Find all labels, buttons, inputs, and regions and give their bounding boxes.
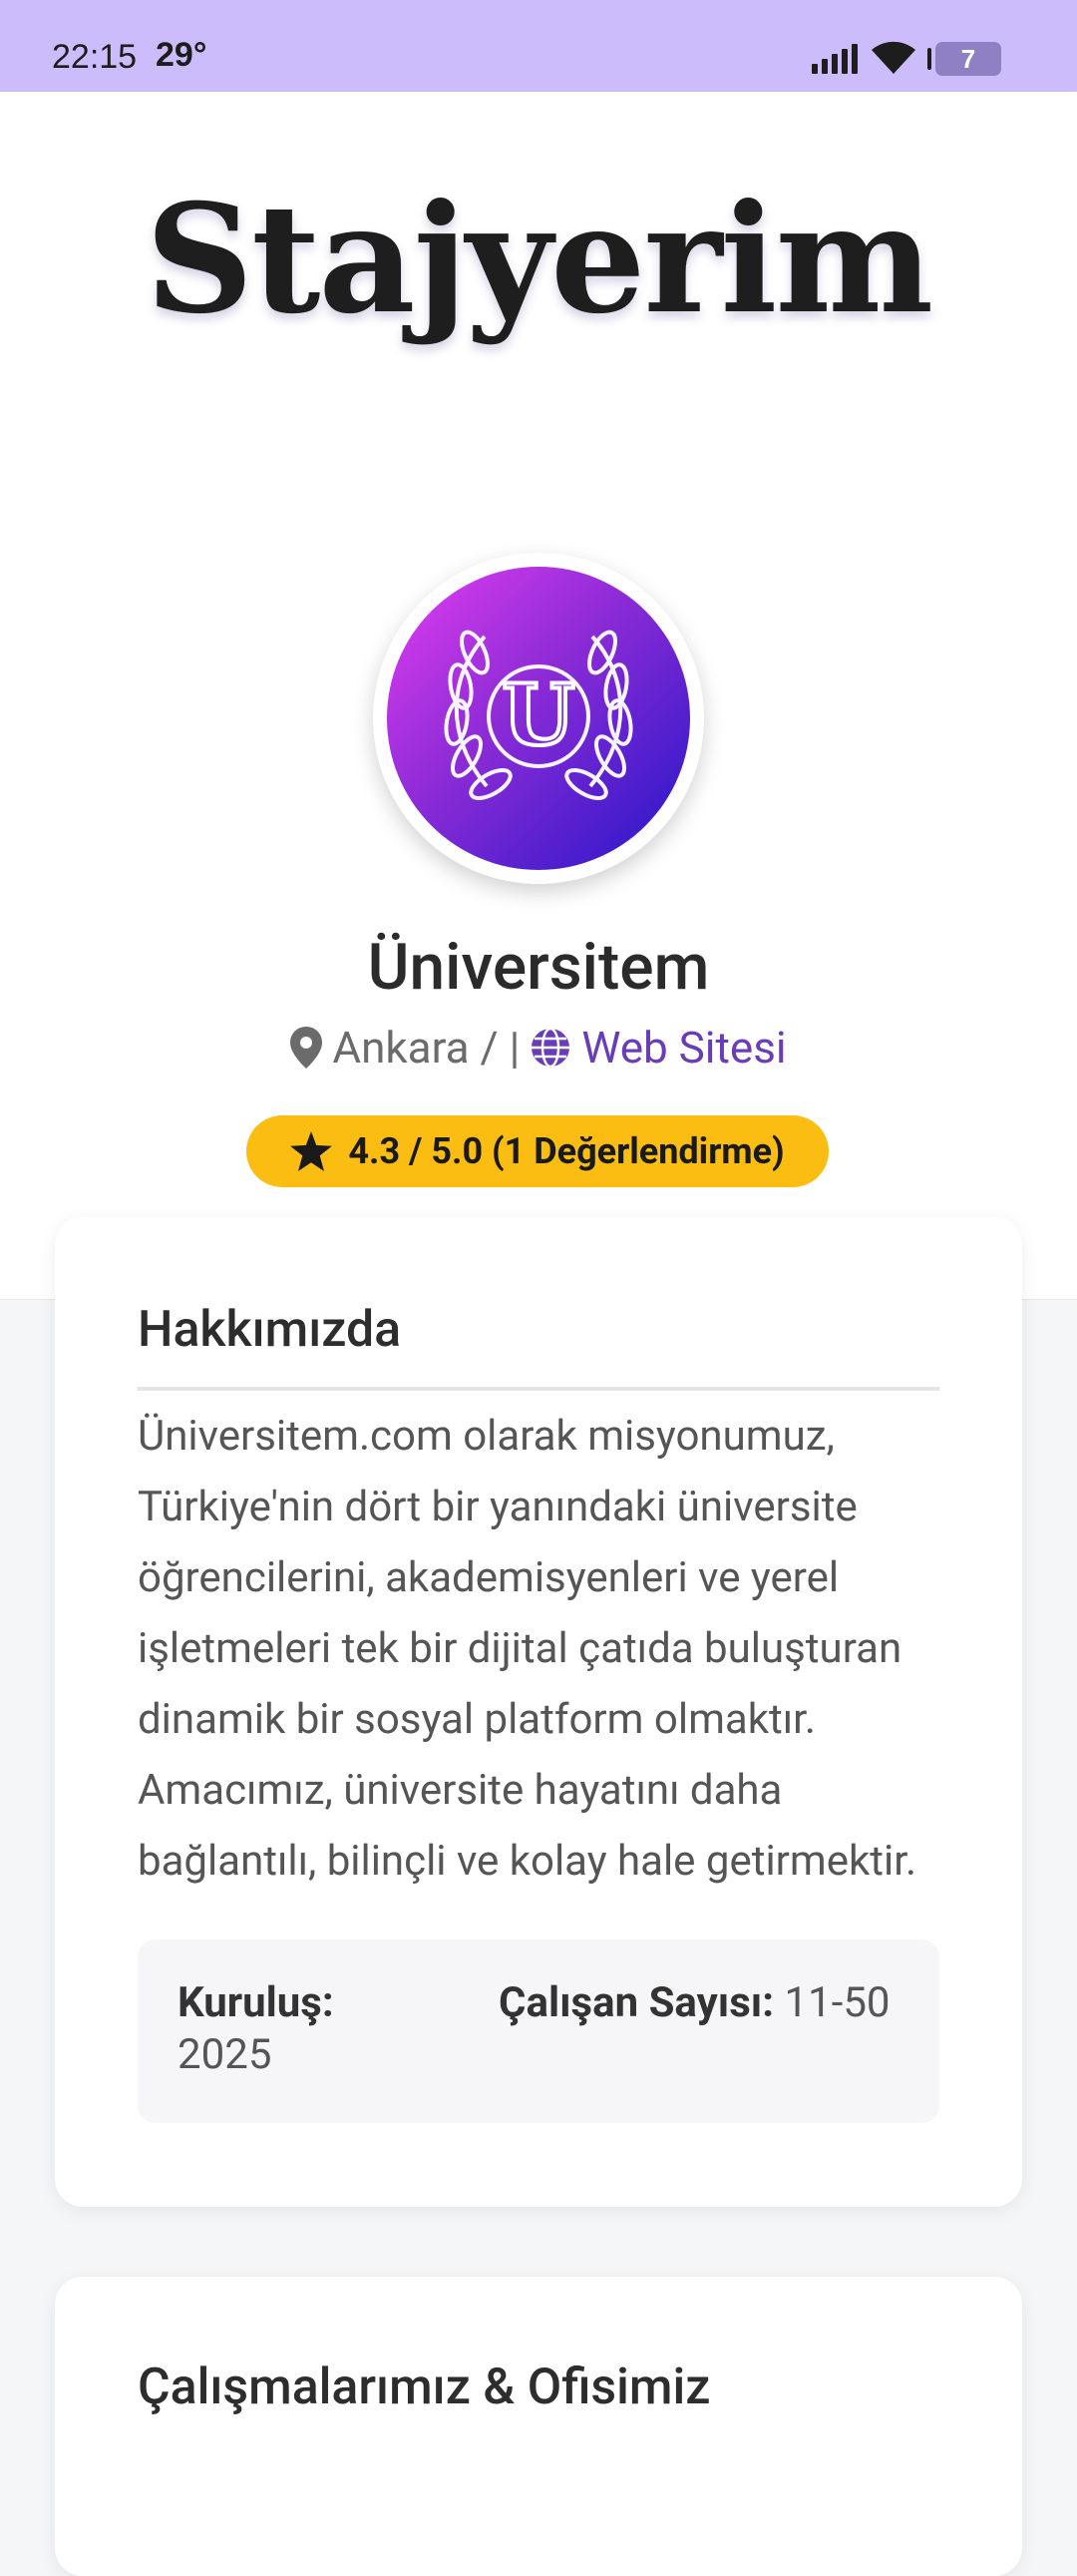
work-office-card: Çalışmalarımız & Ofisimiz xyxy=(55,2277,1022,2576)
location-pin-icon xyxy=(290,1027,323,1069)
about-text: Üniversitem.com olarak misyonumuz, Türki… xyxy=(138,1412,917,1886)
status-bar: 22:15 29° 7 xyxy=(0,0,1077,92)
wifi-icon xyxy=(872,41,915,74)
rating-badge: 4.3 / 5.0 (1 Değerlendirme) xyxy=(246,1115,829,1187)
laurel-u-emblem-icon: U xyxy=(444,630,633,800)
star-icon xyxy=(290,1131,333,1171)
rating-text: 4.3 / 5.0 (1 Değerlendirme) xyxy=(348,1130,785,1172)
employees-label: Çalışan Sayısı: xyxy=(499,1978,775,2027)
company-header: Stajyerim U Üniversitem Ankara / | Web S… xyxy=(0,92,1077,1300)
employees-value: 11-50 xyxy=(784,1978,891,2027)
company-meta: Ankara / | Web Sitesi xyxy=(0,1022,1077,1073)
battery-level: 7 xyxy=(960,44,976,74)
company-name: Üniversitem xyxy=(367,930,710,1005)
founded-value: 2025 xyxy=(178,2030,272,2079)
signal-icon xyxy=(812,44,858,74)
globe-icon[interactable] xyxy=(530,1027,571,1069)
website-link[interactable]: Web Sitesi xyxy=(581,1022,786,1073)
company-logo-image: U xyxy=(387,567,690,870)
work-office-title: Çalışmalarımız & Ofisimiz xyxy=(138,2359,711,2416)
company-location: Ankara / | xyxy=(332,1022,521,1073)
section-divider xyxy=(138,1387,939,1391)
status-temperature: 29° xyxy=(156,36,207,74)
logo-letter: U xyxy=(502,665,574,764)
app-brand-title: Stajyerim xyxy=(145,172,933,347)
company-logo: U xyxy=(373,553,704,884)
founded-label: Kuruluş: xyxy=(178,1978,334,2027)
battery-icon: 7 xyxy=(927,42,1001,76)
employees-info: Çalışan Sayısı: 11-50 xyxy=(499,1977,907,2029)
company-info-box: Kuruluş: 2025 Çalışan Sayısı: 11-50 xyxy=(138,1939,939,2123)
status-time: 22:15 xyxy=(52,38,138,76)
about-card: Hakkımızda Üniversitem.com olarak misyon… xyxy=(55,1217,1022,2207)
founded-info: Kuruluş: 2025 xyxy=(178,1977,477,2081)
about-title: Hakkımızda xyxy=(138,1301,402,1359)
